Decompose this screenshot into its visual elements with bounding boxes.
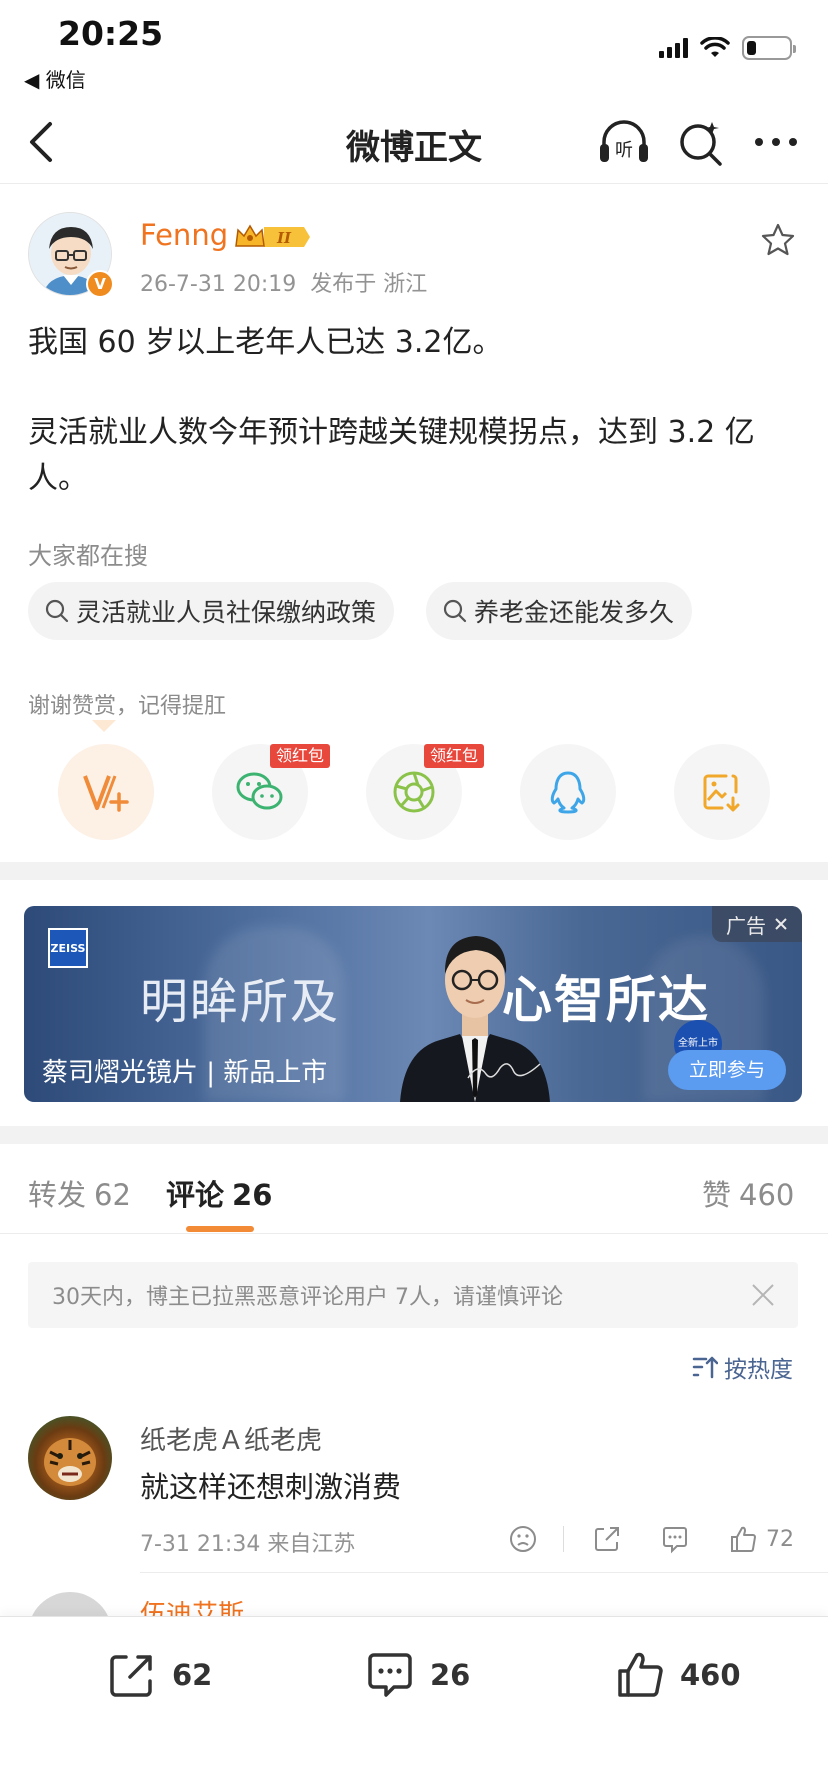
svg-text:II: II [276, 229, 292, 247]
moments-aperture-icon [393, 771, 435, 813]
save-image-icon [703, 774, 740, 812]
cellular-signal-icon [659, 38, 688, 58]
hot-search-title: 大家都在搜 [28, 542, 148, 570]
tab-comments[interactable]: 评论 26 [166, 1172, 272, 1214]
verified-badge-icon: V [86, 270, 114, 298]
thumbs-up-icon [731, 1526, 756, 1552]
search-icon [45, 599, 69, 623]
search-icon [443, 599, 467, 623]
ad-subtitle: 蔡司熠光镜片 | 新品上市 [42, 1058, 328, 1088]
sort-by-heat-button[interactable]: 按热度 [692, 1350, 793, 1384]
search-icon[interactable] [676, 114, 726, 170]
reward-pointer [92, 720, 116, 732]
comment-like-button[interactable]: 72 [728, 1524, 794, 1554]
author-name[interactable]: Fenng [140, 218, 228, 252]
active-tab-indicator [186, 1226, 254, 1232]
post-location: 发布于 浙江 [310, 272, 428, 297]
wechat-icon [236, 772, 283, 810]
chip-label: 养老金还能发多久 [474, 598, 675, 627]
wifi-icon [700, 37, 730, 57]
status-bar: 20:25 ◀ 微信 [0, 0, 828, 100]
ad-headline-left: 明眸所及 [140, 974, 341, 1030]
bottom-comment-button[interactable]: 26 [364, 1649, 470, 1701]
qq-penguin-icon [550, 771, 586, 814]
reply-icon[interactable] [660, 1524, 690, 1554]
more-options-icon[interactable] [752, 122, 800, 162]
commenter-avatar[interactable] [28, 1416, 112, 1500]
comment-meta: 7-31 21:34 来自江苏 [140, 1532, 356, 1557]
thumbs-up-icon [618, 1652, 663, 1697]
ad-headline-right: 心智所达 [502, 971, 710, 1029]
comment-divider [140, 1572, 828, 1573]
nav-bar: 微博正文 听 [0, 100, 828, 184]
section-divider [0, 862, 828, 880]
post-meta: 26-7-31 20:19 发布于 浙江 [140, 266, 427, 298]
save-image-button[interactable] [674, 744, 770, 840]
listen-button[interactable]: 听 [596, 114, 652, 170]
share-qq-button[interactable] [520, 744, 616, 840]
battery-icon [742, 36, 796, 60]
back-to-wechat-link[interactable]: ◀ 微信 [24, 64, 86, 93]
bottom-action-bar: 62 26 460 [0, 1616, 828, 1792]
system-icons [659, 36, 796, 60]
chip-label: 灵活就业人员社保缴纳政策 [76, 598, 377, 627]
tab-reposts[interactable]: 转发 62 [28, 1172, 131, 1214]
post-date: 26-7-31 20:19 [140, 272, 297, 297]
interaction-tabs: 转发 62 评论 26 赞 460 [0, 1148, 828, 1234]
sort-label: 按热度 [724, 1357, 793, 1383]
close-icon [775, 918, 787, 930]
status-time: 20:25 [58, 14, 164, 53]
post-paragraph: 灵活就业人数今年预计跨越关键规模拐点，达到 3.2 亿人。 [28, 415, 755, 496]
vip-crown-badge-icon[interactable]: II [234, 222, 310, 252]
post-content: 我国 60 岁以上老年人已达 3.2亿。 灵活就业人数今年预计跨越关键规模拐点，… [28, 320, 800, 502]
bottom-like-count: 460 [680, 1658, 741, 1692]
comment-like-count: 72 [766, 1526, 794, 1552]
svg-text:听: 听 [615, 140, 633, 161]
notice-text: 30天内，博主已拉黑恶意评论用户 7人，请谨慎评论 [52, 1285, 563, 1310]
reward-v-plus-icon [83, 775, 129, 812]
close-icon[interactable] [750, 1282, 776, 1308]
red-packet-tag: 领红包 [270, 744, 331, 768]
bottom-repost-count: 62 [172, 1658, 213, 1692]
bottom-like-button[interactable]: 460 [614, 1649, 741, 1701]
ad-signature [467, 1063, 541, 1079]
red-packet-tag: 领红包 [424, 744, 485, 768]
section-divider [0, 1126, 828, 1144]
sort-icon [692, 1356, 718, 1379]
ad-cta-button[interactable]: 立即参与 [668, 1050, 786, 1090]
bottom-repost-button[interactable]: 62 [106, 1649, 212, 1701]
comment-icon [368, 1653, 412, 1697]
ad-close-tag[interactable]: 广告 [712, 906, 802, 942]
commenter-name[interactable]: 纸老虎Ａ纸老虎 [140, 1420, 322, 1457]
repost-icon [110, 1655, 152, 1697]
zeiss-logo: ZEISS [48, 928, 88, 968]
reward-thanks-text: 谢谢赞赏，记得提肛 [28, 694, 227, 719]
comment-text: 就这样还想刺激消费 [140, 1470, 402, 1504]
ad-banner[interactable]: ZEISS 明眸所及 心智所达 全新上市 蔡司熠光镜片 | 新品上市 广告 立即… [24, 906, 802, 1102]
post-paragraph: 我国 60 岁以上老年人已达 3.2亿。 [28, 325, 503, 360]
author-avatar[interactable]: V [28, 212, 114, 298]
action-divider [563, 1526, 564, 1552]
hot-search-chip[interactable]: 养老金还能发多久 [426, 582, 693, 640]
block-notice: 30天内，博主已拉黑恶意评论用户 7人，请谨慎评论 [28, 1262, 798, 1328]
ad-label: 广告 [726, 913, 766, 938]
tab-likes[interactable]: 赞 460 [702, 1172, 794, 1214]
hot-search-chip[interactable]: 灵活就业人员社保缴纳政策 [28, 582, 395, 640]
reward-button[interactable] [58, 744, 154, 840]
bottom-comment-count: 26 [430, 1658, 471, 1692]
repost-icon[interactable] [592, 1524, 622, 1554]
dislike-face-icon[interactable] [508, 1524, 538, 1554]
headphones-icon: 听 [600, 120, 648, 162]
favorite-star-icon[interactable] [760, 222, 796, 258]
